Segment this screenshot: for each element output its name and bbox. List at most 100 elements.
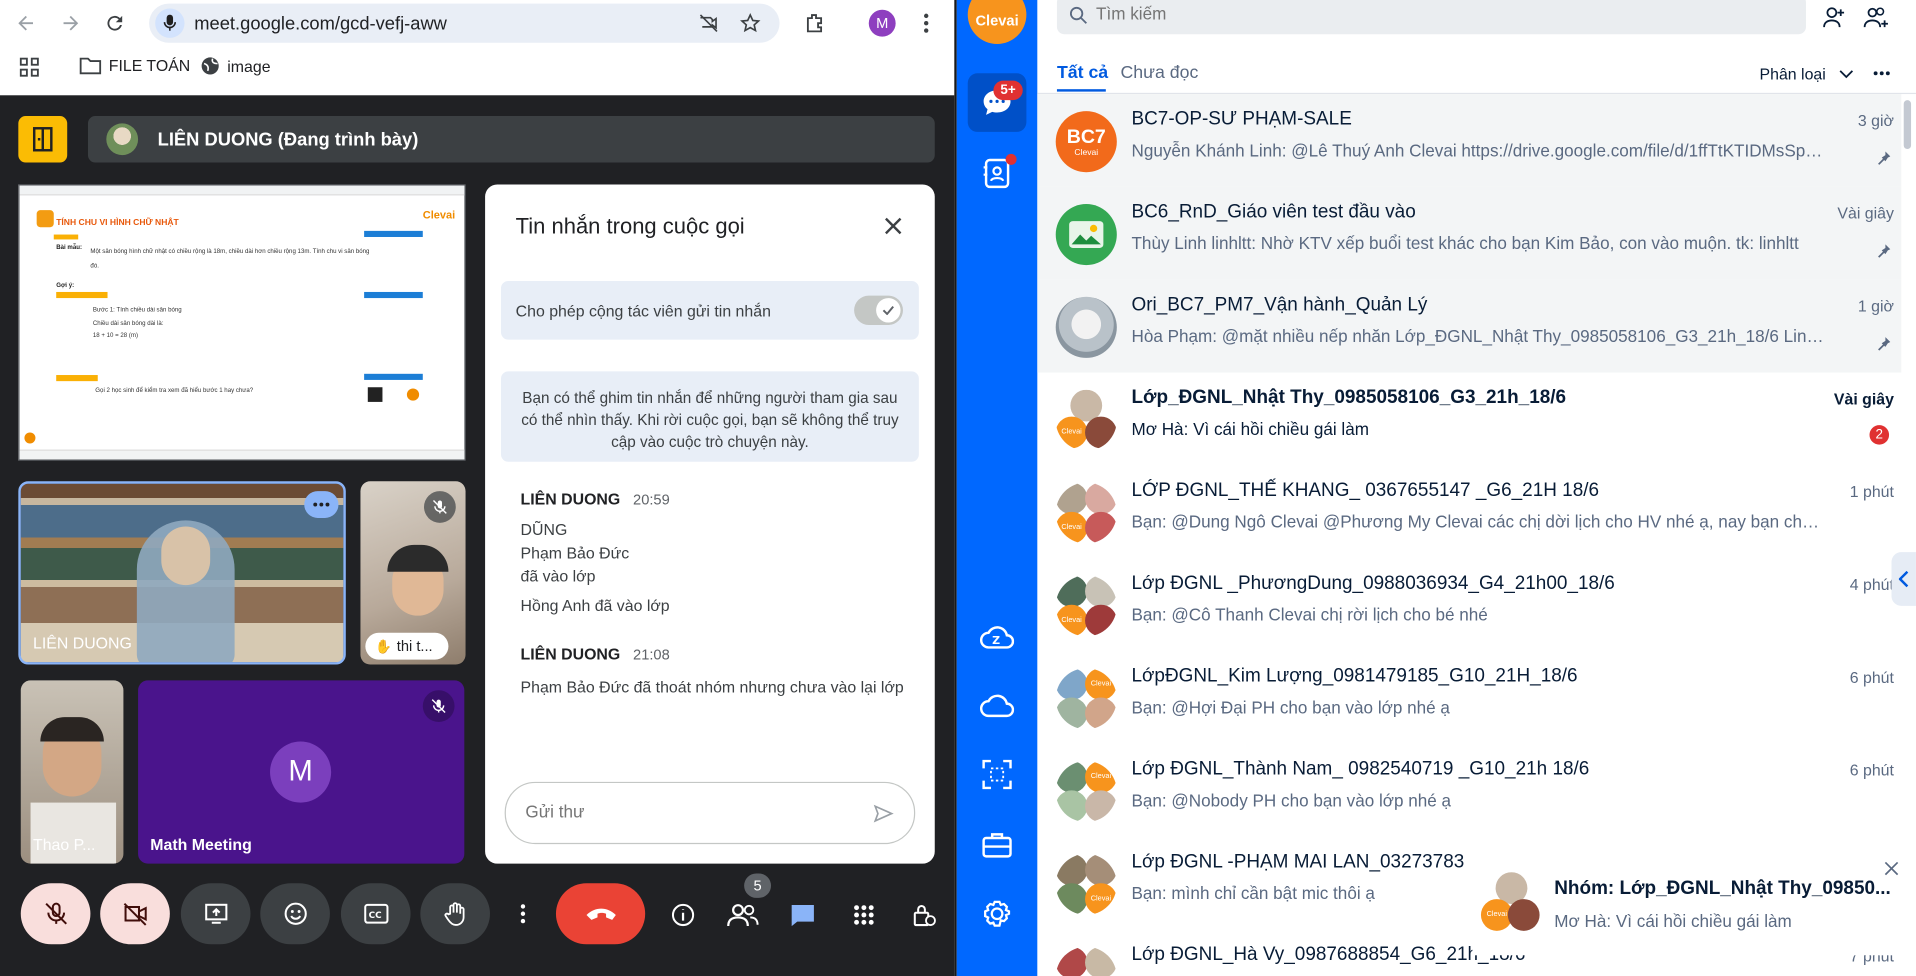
participant-name: thi t... xyxy=(396,637,433,655)
presentation-screen[interactable]: TÍNH CHU VI HÌNH CHỮ NHẬT Clevai Bài mẫu… xyxy=(18,184,466,461)
chat-input[interactable] xyxy=(525,801,844,821)
slide-example-text: Một sân bóng hình chữ nhật có chiều rộng… xyxy=(90,247,370,270)
apps-grid-icon[interactable] xyxy=(19,57,40,77)
conversation-item[interactable]: Clevai Lớp ĐGNL _PhươngDung_0988036934_G… xyxy=(1037,558,1901,651)
hand-icon xyxy=(443,902,464,926)
presenter-name: LIÊN DUONG (Đang trình bày) xyxy=(157,129,419,151)
site-info-icon[interactable] xyxy=(155,8,185,38)
sort-dropdown[interactable]: Phân loại xyxy=(1760,65,1826,83)
participant-tile-lien-duong[interactable]: LIÊN DUONG xyxy=(18,481,346,665)
back-icon[interactable] xyxy=(11,9,40,38)
participant-video-hair xyxy=(387,544,449,572)
raise-hand-button[interactable] xyxy=(420,883,490,945)
chevron-down-icon xyxy=(1839,70,1854,79)
bookmark-image[interactable]: image xyxy=(200,56,271,76)
settings-gear-icon[interactable] xyxy=(978,894,1017,933)
screenshot-icon[interactable] xyxy=(978,755,1017,794)
slide-tag xyxy=(56,291,108,299)
briefcase-icon[interactable] xyxy=(978,826,1017,865)
presenter-avatar xyxy=(106,123,139,156)
unread-count-badge: 2 xyxy=(1869,425,1890,445)
leave-call-button[interactable] xyxy=(555,883,646,945)
add-friend-icon[interactable] xyxy=(1819,2,1848,31)
forward-icon[interactable] xyxy=(56,9,85,38)
conversation-title: Lớp_ĐGNL_Nhật Thy_0985058106_G3_21h_18/6 xyxy=(1131,387,1567,409)
message-time: 20:59 xyxy=(633,491,670,509)
slide-tag xyxy=(56,375,98,382)
chat-icon[interactable] xyxy=(787,899,819,931)
send-icon[interactable] xyxy=(870,800,897,827)
star-icon[interactable] xyxy=(738,11,762,35)
zcloud-icon[interactable]: Z xyxy=(978,617,1017,656)
meet-area: LIÊN DUONG (Đang trình bày) TÍNH CHU VI … xyxy=(0,95,955,976)
conversation-item[interactable]: BC6_RnD_Giáo viên test đầu vào Thùy Linh… xyxy=(1037,186,1902,280)
tab-unread[interactable]: Chưa đọc xyxy=(1120,64,1198,84)
close-icon[interactable] xyxy=(879,211,908,240)
bookmark-label: FILE TOÁN xyxy=(108,56,191,75)
tile-more-options-icon[interactable] xyxy=(304,491,339,518)
check-icon xyxy=(876,298,901,323)
more-options-icon[interactable] xyxy=(511,883,535,944)
allow-collaborators-toggle[interactable] xyxy=(854,295,903,325)
conversation-time: 1 giờ xyxy=(1857,296,1894,316)
meeting-details-icon[interactable] xyxy=(667,899,699,931)
participant-tile-student[interactable]: ✋ thi t... xyxy=(360,481,466,665)
conversation-item[interactable]: Clevai Lớp ĐGNL_Thành Nam_ 0982540719 _G… xyxy=(1037,744,1901,837)
reload-icon[interactable] xyxy=(100,9,129,38)
conversation-item[interactable]: Clevai LớpĐGNL_Kim Lượng_0981479185_G10_… xyxy=(1037,651,1901,744)
allow-collaborators-row: Cho phép cộng tác viên gửi tin nhắn xyxy=(500,280,919,340)
url-text: meet.google.com/gcd-vefj-aww xyxy=(194,13,447,35)
conversation-title: Lớp ĐGNL_Hà Vy_0987688854_G6_21h_18/6 xyxy=(1131,944,1526,966)
address-bar[interactable]: meet.google.com/gcd-vefj-aww xyxy=(149,3,780,43)
conversation-item[interactable]: BC7 Clevai BC7-OP-SƯ PHẠM-SALE Nguyễn Khá… xyxy=(1037,94,1902,187)
bookmark-label: image xyxy=(227,56,271,76)
create-group-icon[interactable] xyxy=(1862,2,1891,31)
message-text: Phạm Bảo Đức đã thoát nhóm nhưng chưa và… xyxy=(520,677,904,697)
brand-avatar[interactable]: Clevai xyxy=(967,0,1027,44)
extensions-icon[interactable] xyxy=(802,10,829,37)
mic-muted-icon xyxy=(422,690,455,722)
active-tab-indicator xyxy=(1056,89,1106,92)
message-sender: LIÊN DUONG xyxy=(520,645,621,664)
message-text: đã vào lớp xyxy=(520,566,596,586)
zalo-sidebar: Clevai 5+ Z xyxy=(956,0,1038,976)
host-controls-icon[interactable] xyxy=(908,899,940,931)
tab-all[interactable]: Tất cả xyxy=(1057,64,1108,84)
conversation-title: BC7-OP-SƯ PHẠM-SALE xyxy=(1131,108,1352,130)
reactions-button[interactable] xyxy=(260,883,330,945)
camera-toggle-button[interactable] xyxy=(100,883,170,945)
bookmark-file-toan[interactable]: FILE TOÁN xyxy=(79,56,191,75)
pin-icon xyxy=(1878,151,1891,165)
mic-toggle-button[interactable] xyxy=(20,883,91,945)
cloud-icon[interactable] xyxy=(978,687,1017,726)
group-avatar: BC7 Clevai xyxy=(1055,111,1117,173)
mic-muted-icon xyxy=(423,491,456,523)
captions-button[interactable]: CC xyxy=(340,883,411,945)
presentation-toggle-button[interactable] xyxy=(18,116,68,163)
conversation-time: Vài giây xyxy=(1833,389,1894,409)
participant-tile-math-meeting[interactable]: M Math Meeting xyxy=(138,680,465,864)
list-scrollbar[interactable] xyxy=(1903,100,1912,150)
conversation-preview: Bạn: mình chỉ cần bật mic thôi ạ xyxy=(1131,883,1375,903)
search-input[interactable] xyxy=(1096,3,1585,24)
conversation-item[interactable]: Ori_BC7_PM7_Vận hành_Quản Lý Hòa Phạm: @… xyxy=(1037,279,1902,373)
people-icon[interactable] xyxy=(726,899,760,931)
conversation-item[interactable]: Clevai LỚP ĐGNL_THẾ KHANG_ 0367655147 _G… xyxy=(1037,465,1901,558)
more-horizontal-icon xyxy=(1873,71,1890,76)
chat-input-box[interactable] xyxy=(504,781,916,845)
profile-avatar[interactable]: M xyxy=(868,9,896,37)
present-screen-button[interactable] xyxy=(180,883,251,945)
side-panel-toggle[interactable] xyxy=(1891,552,1916,606)
chat-message-group: LIÊN DUONG 20:59 DŨNG Phạm Bảo Đức đã và… xyxy=(521,489,912,615)
menu-kebab-icon[interactable] xyxy=(916,10,936,37)
toggle-label: Cho phép cộng tác viên gửi tin nhắn xyxy=(515,301,771,321)
search-box[interactable] xyxy=(1056,0,1806,35)
participant-tile-thao[interactable]: Thao P... xyxy=(20,680,124,864)
slide-corner-icon xyxy=(24,432,36,444)
conversation-item[interactable]: Clevai Lớp_ĐGNL_Nhật Thy_0985058106_G3_2… xyxy=(1037,373,1901,466)
camera-blocked-icon[interactable] xyxy=(696,11,720,35)
group-avatar xyxy=(1055,204,1117,266)
conversation-preview: Bạn: @Nobody PH cho bạn vào lớp nhé ạ xyxy=(1131,790,1452,810)
activities-grid-icon[interactable] xyxy=(848,899,880,931)
new-message-toast[interactable]: Clevai Nhóm: Lớp_ĐGNL_Nhật Thy_09850... … xyxy=(1472,845,1907,956)
